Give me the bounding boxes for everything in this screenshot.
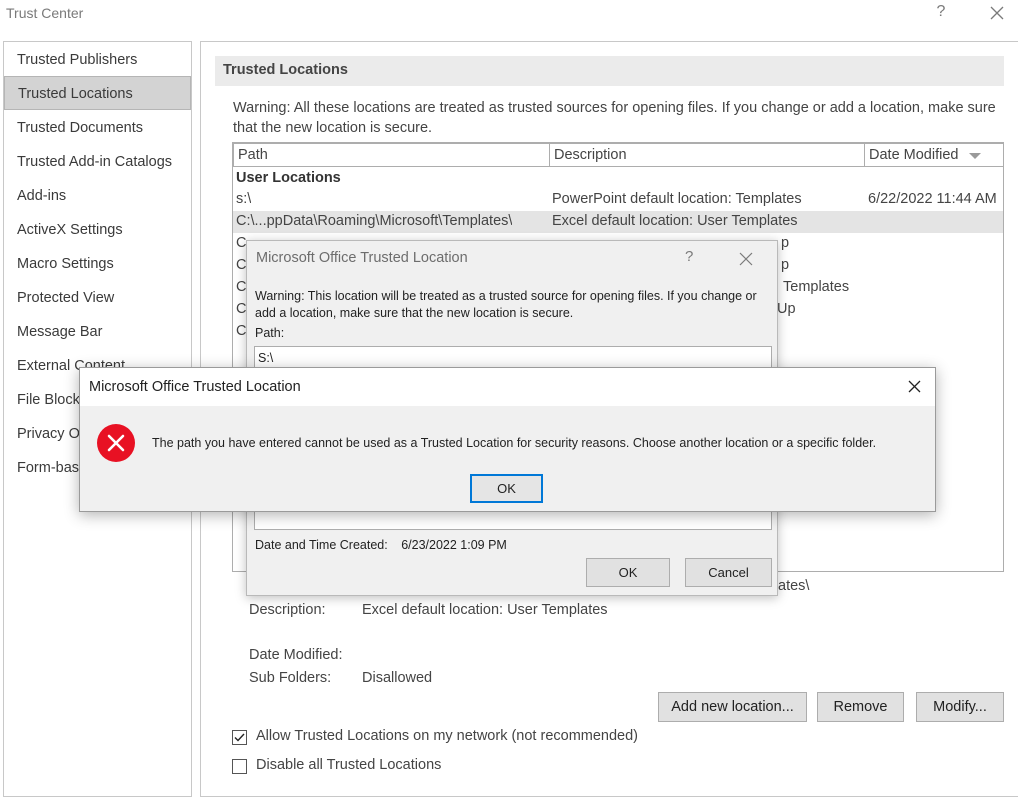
close-icon[interactable] bbox=[737, 250, 755, 268]
sidebar-item-protected-view[interactable]: Protected View bbox=[4, 281, 191, 315]
table-row-selected[interactable]: C:\...ppData\Roaming\Microsoft\Templates… bbox=[233, 211, 1003, 233]
column-header-path[interactable]: Path bbox=[233, 143, 550, 167]
error-message: The path you have entered cannot be used… bbox=[152, 436, 877, 450]
row-description-partial: Templates bbox=[783, 279, 850, 295]
row-date: 6/22/2022 11:44 AM bbox=[868, 191, 997, 207]
detail-subfolders-value: Disallowed bbox=[362, 670, 433, 686]
dialog-help-button[interactable]: ? bbox=[685, 248, 693, 265]
column-header-date-label: Date Modified bbox=[869, 147, 959, 163]
date-created-value: 6/23/2022 1:09 PM bbox=[401, 538, 507, 552]
sidebar-item-trusted-publishers[interactable]: Trusted Publishers bbox=[4, 43, 191, 77]
column-header-description[interactable]: Description bbox=[549, 143, 865, 167]
detail-date-modified: Date Modified: bbox=[249, 647, 343, 663]
row-path-partial: C bbox=[236, 301, 247, 317]
path-input-value: S:\ bbox=[258, 351, 274, 365]
disable-all-label: Disable all Trusted Locations bbox=[256, 757, 442, 773]
error-dialog-title: Microsoft Office Trusted Location bbox=[89, 379, 301, 395]
disable-all-checkbox[interactable] bbox=[232, 759, 247, 774]
add-new-location-button[interactable]: Add new location... bbox=[658, 692, 807, 722]
close-icon[interactable] bbox=[987, 3, 1007, 23]
locations-warning: Warning: All these locations are treated… bbox=[233, 100, 996, 136]
allow-network-label: Allow Trusted Locations on my network (n… bbox=[256, 728, 639, 744]
error-ok-button[interactable]: OK bbox=[470, 474, 543, 503]
error-dialog-title-bar: Microsoft Office Trusted Location bbox=[80, 368, 935, 406]
cancel-button[interactable]: Cancel bbox=[685, 558, 772, 587]
date-created-label: Date and Time Created: bbox=[255, 538, 388, 552]
column-header-date-modified[interactable]: Date Modified bbox=[864, 143, 1003, 167]
row-path: s:\ bbox=[236, 191, 252, 207]
detail-path-partial: ates\ bbox=[778, 578, 810, 594]
table-row[interactable]: s:\ PowerPoint default location: Templat… bbox=[233, 189, 1003, 211]
detail-subfolders-label: Sub Folders: bbox=[249, 670, 332, 686]
detail-description: Description: Excel default location: Use… bbox=[249, 602, 608, 618]
sidebar-item-activex-settings[interactable]: ActiveX Settings bbox=[4, 213, 191, 247]
sidebar-item-message-bar[interactable]: Message Bar bbox=[4, 315, 191, 349]
date-created-row: Date and Time Created: 6/23/2022 1:09 PM bbox=[255, 538, 507, 552]
ok-button[interactable]: OK bbox=[586, 558, 670, 587]
title-bar: Trust Center ? bbox=[0, 0, 1018, 28]
section-title: Trusted Locations bbox=[215, 56, 1004, 86]
remove-button[interactable]: Remove bbox=[817, 692, 904, 722]
row-description: PowerPoint default location: Templates bbox=[552, 191, 802, 207]
checkmark-icon bbox=[234, 733, 245, 742]
detail-description-label: Description: bbox=[249, 602, 326, 618]
row-path-partial: C bbox=[236, 235, 247, 251]
row-description-partial: p bbox=[781, 257, 790, 273]
row-description-partial: p bbox=[781, 235, 790, 251]
sort-arrow-icon bbox=[969, 153, 981, 159]
group-title-user-locations: User Locations bbox=[236, 170, 341, 186]
path-label: Path: bbox=[255, 326, 285, 340]
row-path-partial: C bbox=[236, 279, 247, 295]
error-dialog: Microsoft Office Trusted Location The pa… bbox=[79, 367, 936, 512]
row-description-partial: Up bbox=[777, 301, 796, 317]
sidebar-item-trusted-locations[interactable]: Trusted Locations bbox=[4, 76, 191, 110]
help-button[interactable]: ? bbox=[932, 3, 950, 21]
modify-button[interactable]: Modify... bbox=[916, 692, 1004, 722]
dialog-title: Microsoft Office Trusted Location bbox=[256, 250, 468, 266]
sidebar-item-trusted-documents[interactable]: Trusted Documents bbox=[4, 111, 191, 145]
close-icon[interactable] bbox=[906, 378, 923, 395]
allow-network-checkbox[interactable] bbox=[232, 730, 247, 745]
dialog-warning: Warning: This location will be treated a… bbox=[255, 289, 757, 320]
detail-description-value: Excel default location: User Templates bbox=[362, 602, 608, 618]
row-path-partial: C bbox=[236, 257, 247, 273]
sidebar-item-addins[interactable]: Add-ins bbox=[4, 179, 191, 213]
window-title: Trust Center bbox=[6, 5, 84, 21]
row-description: Excel default location: User Templates bbox=[552, 213, 798, 229]
detail-date-modified-label: Date Modified: bbox=[249, 647, 343, 663]
row-path: C:\...ppData\Roaming\Microsoft\Templates… bbox=[236, 213, 513, 229]
sidebar-item-macro-settings[interactable]: Macro Settings bbox=[4, 247, 191, 281]
detail-subfolders: Sub Folders: Disallowed bbox=[249, 670, 432, 686]
row-path-partial: C bbox=[236, 323, 247, 339]
sidebar-item-trusted-addin-catalogs[interactable]: Trusted Add-in Catalogs bbox=[4, 145, 191, 179]
error-icon bbox=[97, 424, 135, 462]
